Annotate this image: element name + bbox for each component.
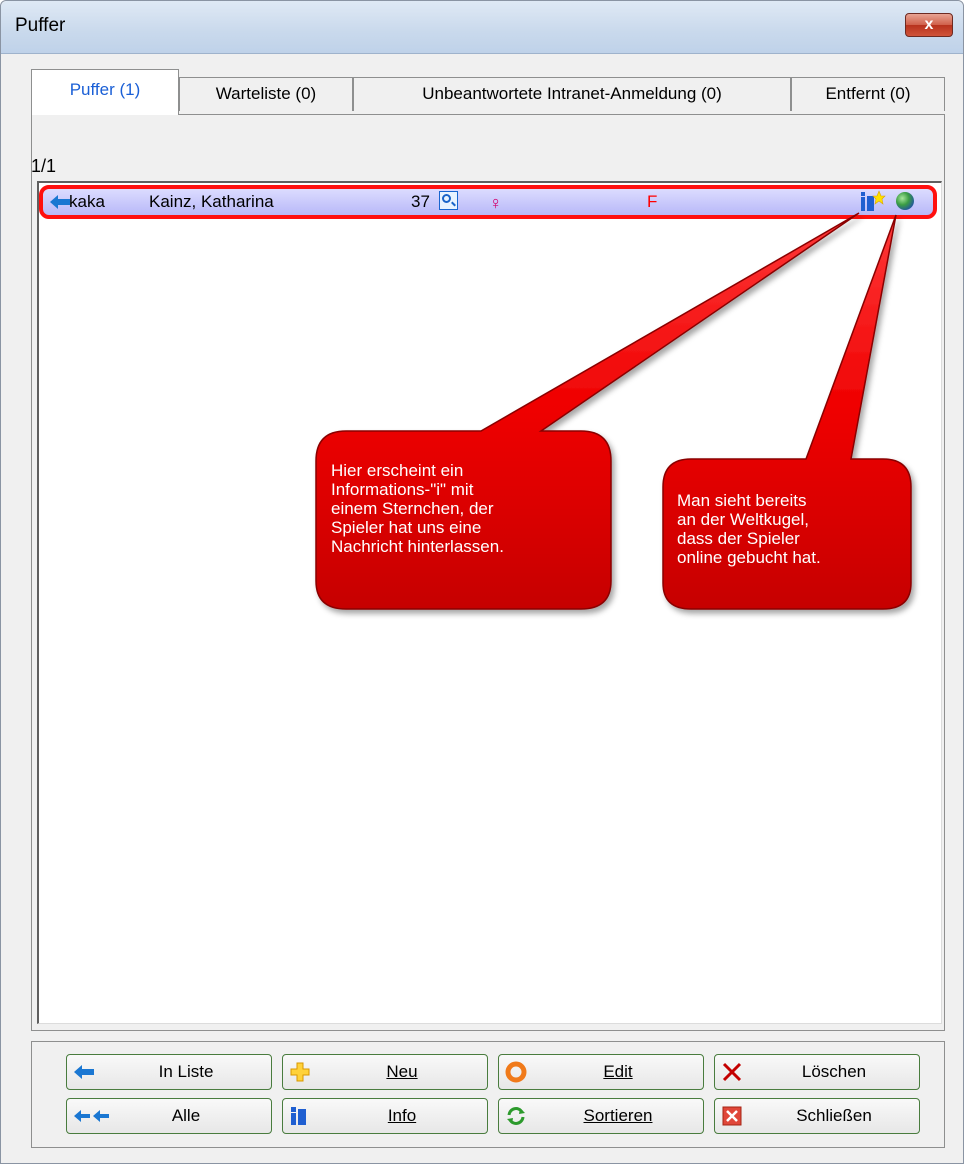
delete-x-icon	[722, 1062, 742, 1082]
list-counter: 1/1	[31, 156, 57, 176]
refresh-icon	[507, 1107, 525, 1125]
callout-line: Spieler hat uns eine	[331, 518, 482, 537]
info-button[interactable]: Info	[282, 1098, 488, 1134]
tab-unbeantwortete-intranet-anmeldung[interactable]: Unbeantwortete Intranet-Anmeldung (0)	[353, 77, 791, 111]
info-callout-text: Hier erscheint ein Informations-"i" mit …	[331, 461, 504, 556]
window-title: Puffer	[15, 15, 66, 36]
tab-entfernt[interactable]: Entfernt (0)	[791, 77, 945, 111]
callout-line: einem Sternchen, der	[331, 499, 494, 518]
tab-puffer[interactable]: Puffer (1)	[31, 69, 179, 115]
close-button[interactable]: x	[905, 13, 953, 37]
neu-button[interactable]: Neu	[282, 1054, 488, 1090]
info-icon	[291, 1107, 306, 1125]
title-bar: Puffer x	[1, 1, 963, 54]
alle-button[interactable]: Alle	[66, 1098, 272, 1134]
button-label: Schließen	[796, 1106, 872, 1125]
button-label: Info	[387, 1106, 417, 1125]
button-label: Neu	[386, 1062, 418, 1081]
arrow-left-icon	[74, 1065, 94, 1079]
callout-line: Hier erscheint ein	[331, 461, 464, 480]
player-list[interactable]: kaka Kainz, Katharina 37 ♀ F	[37, 181, 942, 1024]
plus-icon	[290, 1062, 310, 1082]
button-label: Alle	[171, 1106, 201, 1125]
button-label: In Liste	[158, 1062, 214, 1081]
close-square-icon	[722, 1106, 742, 1126]
puffer-window: Puffer x Puffer (1) Warteliste (0) Unbea…	[0, 0, 964, 1164]
loeschen-button[interactable]: Löschen	[714, 1054, 920, 1090]
callout-line: Informations-"i" mit	[331, 480, 474, 499]
sortieren-button[interactable]: Sortieren	[498, 1098, 704, 1134]
globe-callout-text: Man sieht bereits an der Weltkugel, dass…	[677, 491, 821, 567]
button-label: Löschen	[801, 1062, 867, 1081]
button-label: Sortieren	[583, 1106, 653, 1125]
schliessen-button[interactable]: Schließen	[714, 1098, 920, 1134]
button-bar: In Liste Neu Edit Löschen Alle Info Sort…	[31, 1041, 945, 1148]
callout-line: dass der Spieler	[677, 529, 800, 548]
ring-icon	[505, 1061, 527, 1083]
callout-line: Man sieht bereits	[677, 491, 807, 510]
callout-line: Nachricht hinterlassen.	[331, 537, 504, 556]
in-liste-button[interactable]: In Liste	[66, 1054, 272, 1090]
callout-line: an der Weltkugel,	[677, 510, 809, 529]
tab-warteliste[interactable]: Warteliste (0)	[179, 77, 353, 111]
callout-line: online gebucht hat.	[677, 548, 821, 567]
edit-button[interactable]: Edit	[498, 1054, 704, 1090]
row-highlight-frame	[39, 185, 937, 219]
button-label: Edit	[603, 1062, 633, 1081]
